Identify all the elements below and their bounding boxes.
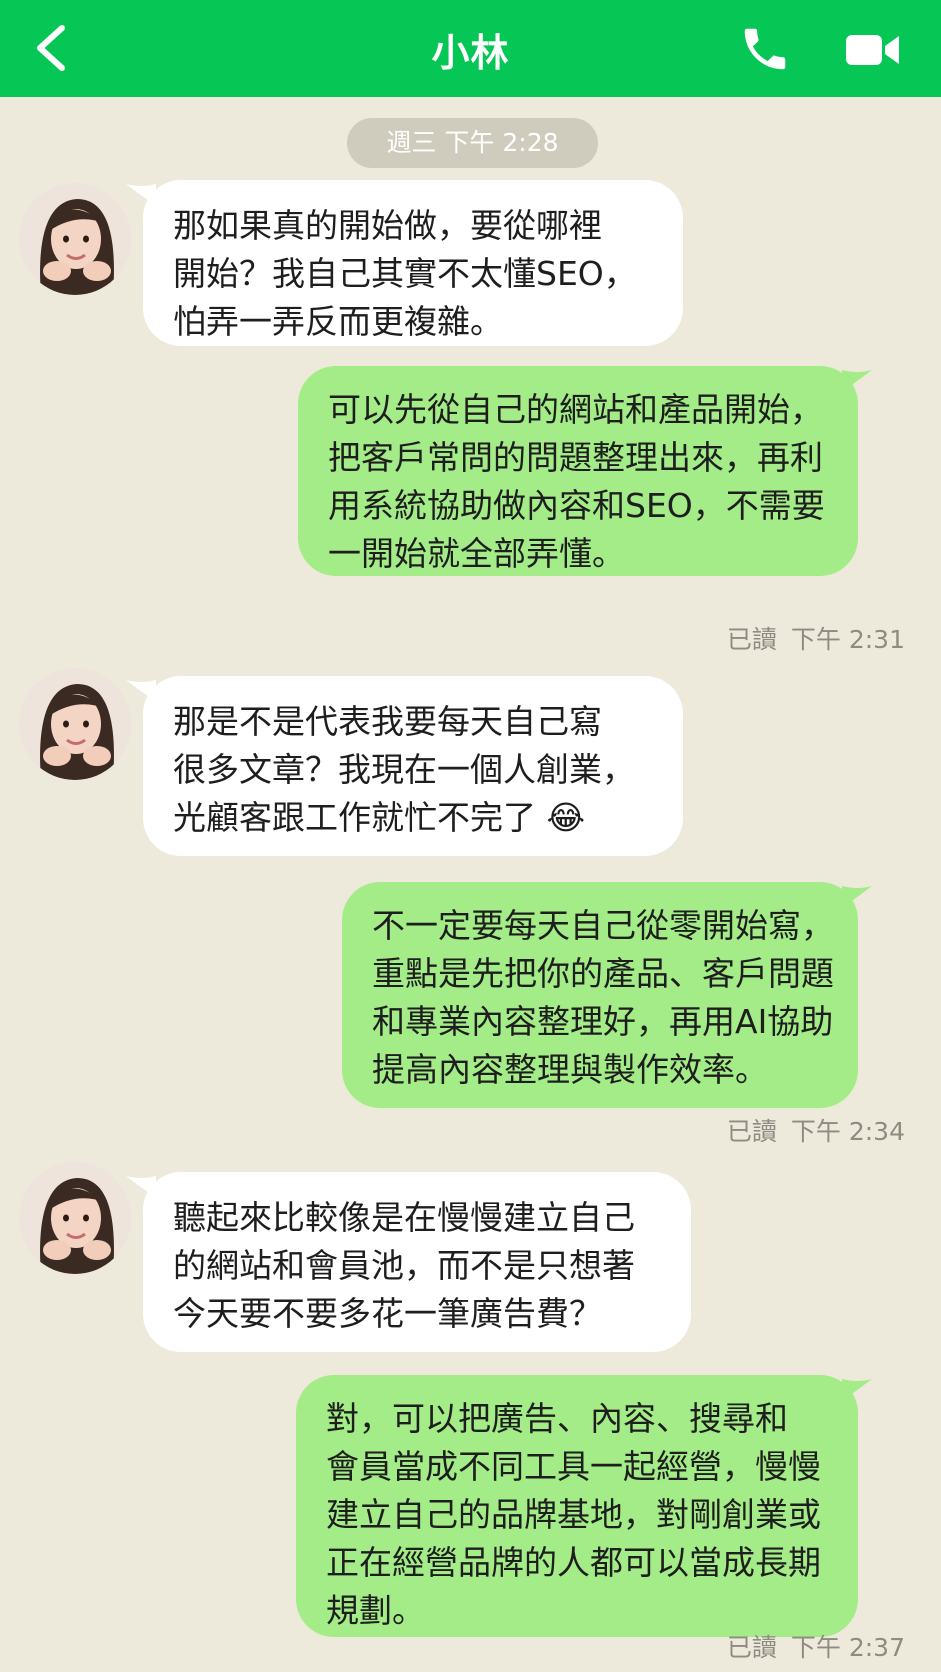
message-bubble-incoming: 那如果真的開始做，要從哪裡 開始？我自己其實不太懂SEO， 怕弄一弄反而更複雜。 bbox=[143, 180, 683, 346]
message-time: 下午 2:31 bbox=[790, 625, 905, 654]
bubble-tail bbox=[126, 680, 156, 702]
message-bubble-outgoing: 對，可以把廣告、內容、搜尋和 會員當成不同工具一起經營，慢慢 建立自己的品牌基地… bbox=[296, 1375, 858, 1637]
woman-portrait-icon bbox=[19, 668, 131, 780]
message-line: 對，可以把廣告、內容、搜尋和 bbox=[326, 1399, 788, 1438]
bubble-tail bbox=[842, 886, 872, 908]
message-time: 下午 2:37 bbox=[790, 1633, 905, 1662]
chat-header: 小林 bbox=[0, 0, 941, 97]
message-line: 那是不是代表我要每天自己寫 bbox=[173, 702, 602, 741]
message-line: 一開始就全部弄懂。 bbox=[328, 534, 625, 573]
message-line: 光顧客跟工作就忙不完了 😂 bbox=[173, 794, 683, 842]
phone-icon bbox=[744, 28, 786, 70]
chat-title: 小林 bbox=[431, 31, 510, 75]
message-line: 聽起來比較像是在慢慢建立自己 bbox=[173, 1198, 635, 1237]
message-line: 會員當成不同工具一起經營，慢慢 bbox=[326, 1447, 821, 1486]
read-receipt: 已讀 bbox=[726, 1117, 777, 1146]
message-status: 已讀 下午 2:37 bbox=[727, 1628, 905, 1664]
message-line: 可以先從自己的網站和產品開始， bbox=[328, 390, 823, 429]
message-time: 下午 2:34 bbox=[790, 1117, 905, 1146]
message-line: 今天要不要多花一筆廣告費？ bbox=[173, 1294, 602, 1333]
contact-avatar[interactable] bbox=[19, 668, 131, 780]
laughing-emoji-icon: 😂 bbox=[546, 798, 586, 837]
read-receipt: 已讀 bbox=[726, 625, 777, 654]
message-bubble-outgoing: 不一定要每天自己從零開始寫， 重點是先把你的產品、客戶問題 和專業內容整理好，再… bbox=[342, 882, 858, 1108]
video-camera-icon bbox=[846, 35, 899, 65]
message-bubble-outgoing: 可以先從自己的網站和產品開始， 把客戶常問的問題整理出來，再利 用系統協助做內容… bbox=[298, 366, 858, 576]
message-line: 的網站和會員池，而不是只想著 bbox=[173, 1246, 635, 1285]
bubble-tail bbox=[126, 184, 156, 206]
message-line: 用系統協助做內容和SEO，不需要 bbox=[328, 486, 825, 525]
bubble-tail bbox=[126, 1176, 156, 1198]
message-line: 不一定要每天自己從零開始寫， bbox=[372, 906, 834, 945]
message-line: 把客戶常問的問題整理出來，再利 bbox=[328, 438, 823, 477]
woman-portrait-icon bbox=[19, 183, 131, 295]
video-call-button[interactable] bbox=[845, 30, 901, 70]
message-status: 已讀 下午 2:34 bbox=[727, 1112, 905, 1148]
voice-call-button[interactable] bbox=[738, 22, 792, 76]
message-line: 提高內容整理與製作效率。 bbox=[372, 1050, 768, 1089]
message-line: 建立自己的品牌基地，對剛創業或 bbox=[326, 1495, 821, 1534]
message-line: 和專業內容整理好，再用AI協助 bbox=[372, 1002, 834, 1041]
message-line: 很多文章？我現在一個人創業， bbox=[173, 750, 635, 789]
woman-portrait-icon bbox=[19, 1162, 131, 1274]
bubble-tail bbox=[842, 370, 872, 392]
message-line: 正在經營品牌的人都可以當成長期 bbox=[326, 1543, 821, 1582]
message-bubble-incoming: 聽起來比較像是在慢慢建立自己 的網站和會員池，而不是只想著 今天要不要多花一筆廣… bbox=[143, 1172, 691, 1352]
message-line: 重點是先把你的產品、客戶問題 bbox=[372, 954, 834, 993]
message-line: 怕弄一弄反而更複雜。 bbox=[173, 302, 503, 341]
message-bubble-incoming: 那是不是代表我要每天自己寫 很多文章？我現在一個人創業， 光顧客跟工作就忙不完了… bbox=[143, 676, 683, 856]
read-receipt: 已讀 bbox=[726, 1633, 777, 1662]
message-status: 已讀 下午 2:31 bbox=[727, 620, 905, 656]
contact-avatar[interactable] bbox=[19, 183, 131, 295]
message-line: 那如果真的開始做，要從哪裡 bbox=[173, 206, 602, 245]
date-separator: 週三 下午 2:28 bbox=[347, 118, 598, 168]
message-line: 開始？我自己其實不太懂SEO， bbox=[173, 254, 637, 293]
contact-avatar[interactable] bbox=[19, 1162, 131, 1274]
bubble-tail bbox=[842, 1379, 872, 1401]
message-text: 光顧客跟工作就忙不完了 bbox=[173, 798, 536, 837]
